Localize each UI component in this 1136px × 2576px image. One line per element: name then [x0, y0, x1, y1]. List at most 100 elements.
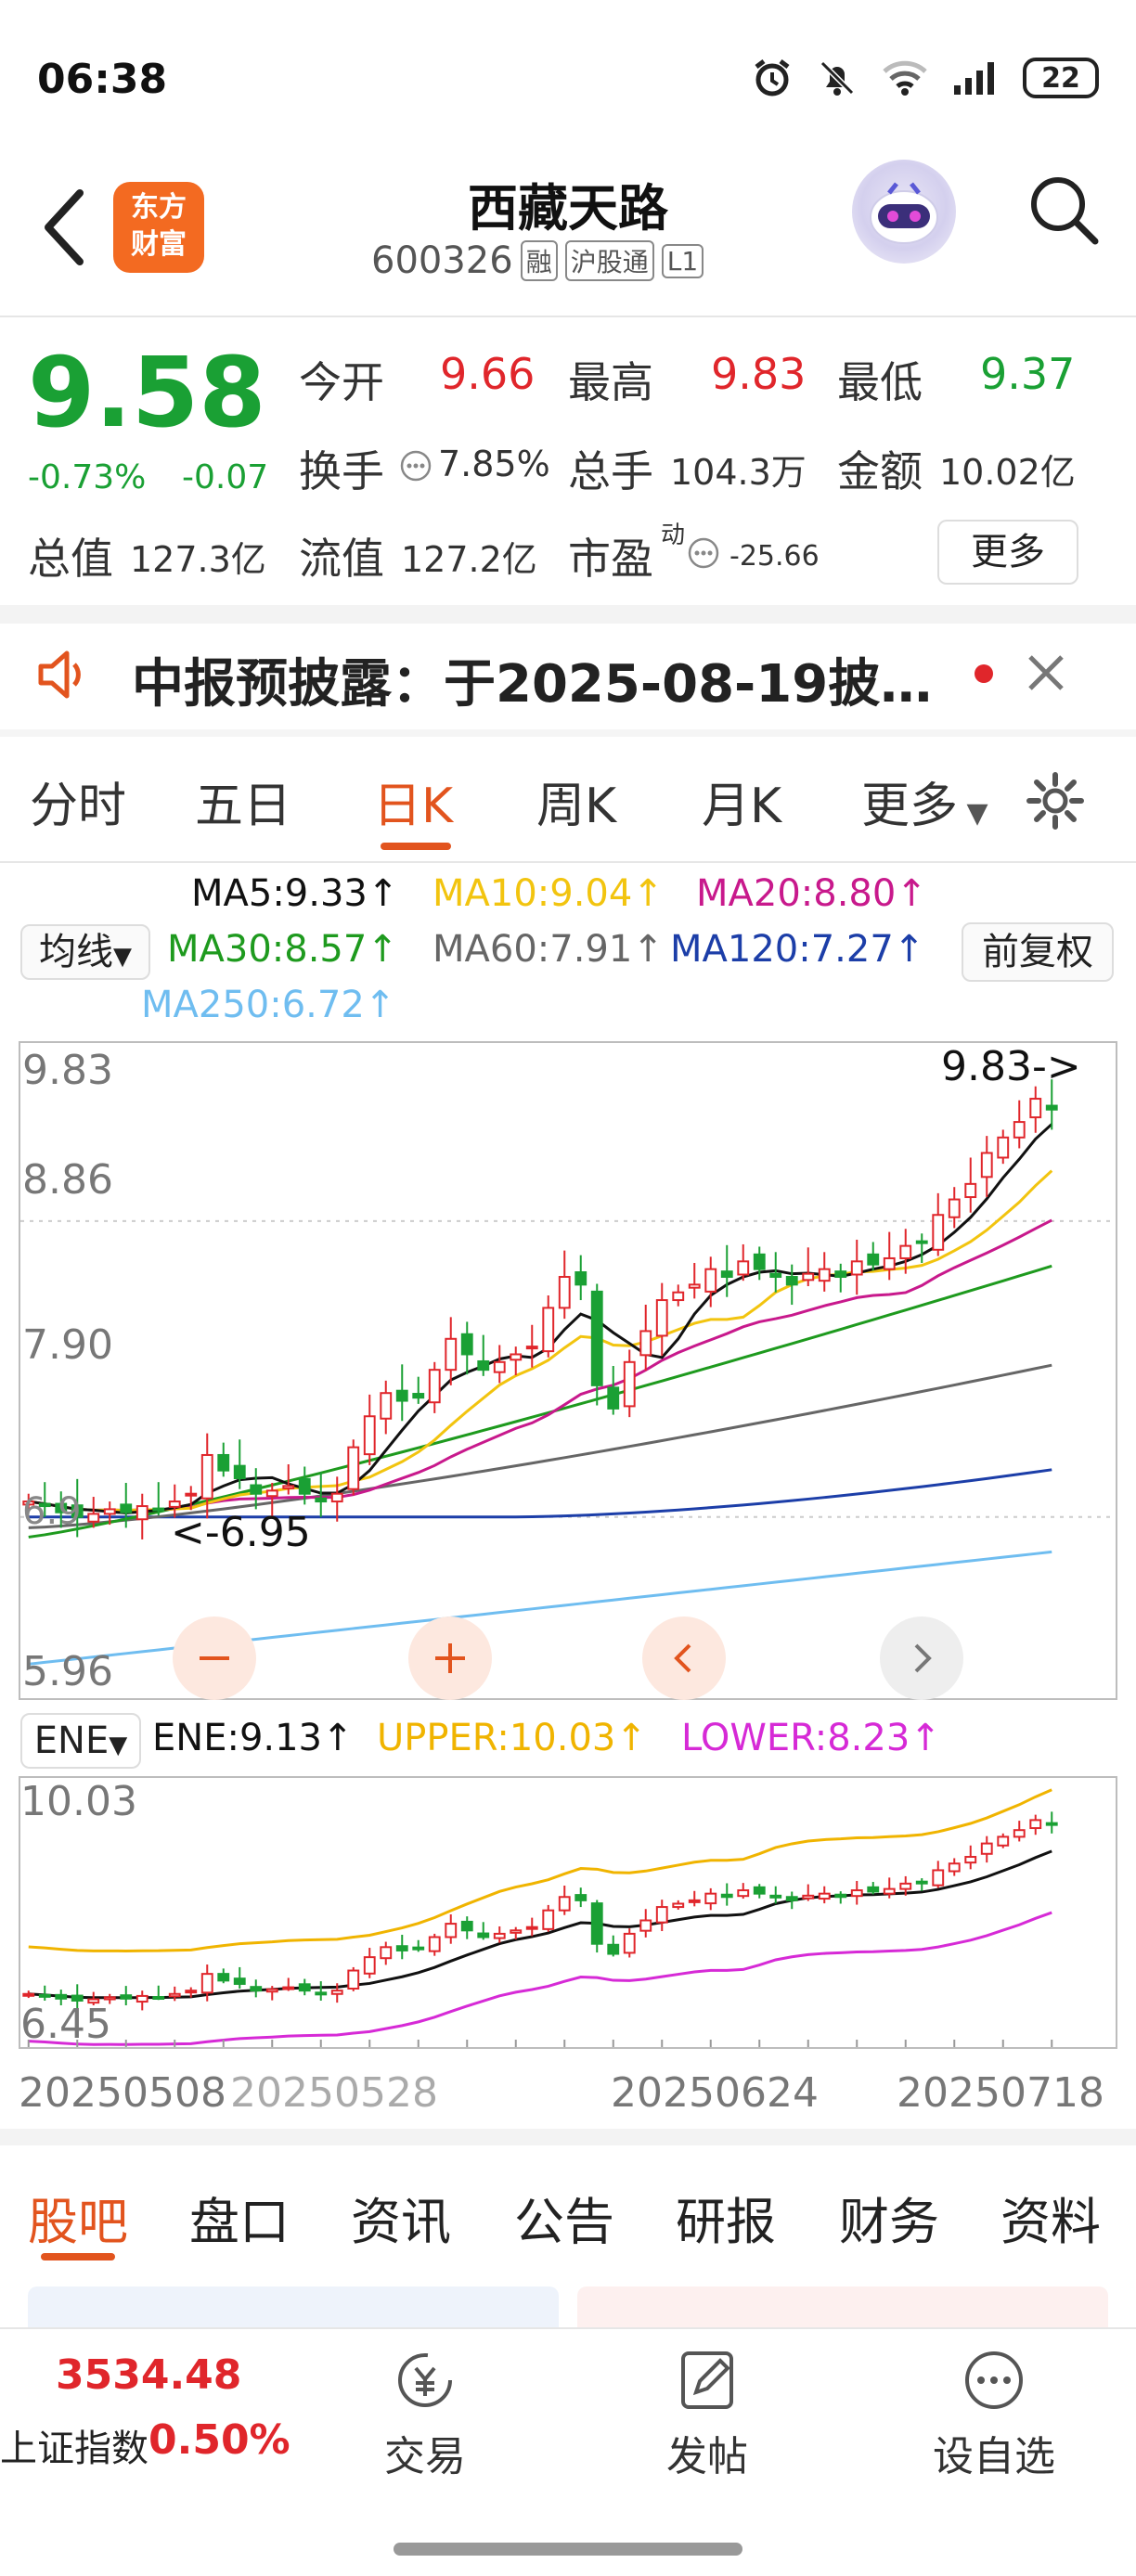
candle-body — [720, 1270, 733, 1279]
tab-guba[interactable]: 股吧 — [28, 2181, 128, 2254]
tab-news[interactable]: 资讯 — [351, 2181, 451, 2254]
indicator-selector[interactable]: ENE▼ — [20, 1713, 141, 1769]
x-date-3: 20250624 — [611, 2069, 819, 2117]
info-dots-icon[interactable] — [399, 449, 432, 483]
scroll-left-button[interactable] — [642, 1616, 726, 1700]
tab-daily-k[interactable]: 日K — [373, 766, 453, 836]
candle-body — [834, 1270, 847, 1279]
tab-profile[interactable]: 资料 — [1000, 2181, 1101, 2254]
ma250-legend: MA250:6.72↑ — [141, 984, 396, 1026]
post-button[interactable]: 发帖 — [652, 2348, 763, 2482]
assistant-robot-icon[interactable] — [852, 160, 956, 264]
tab-more[interactable]: 更多 ▼ — [861, 766, 988, 836]
indicator-selector-label: ENE — [33, 1719, 110, 1762]
ene-candle — [152, 1985, 165, 2001]
status-time: 06:38 — [37, 56, 168, 103]
ma5-line — [28, 1123, 1053, 1514]
tab-announcements[interactable]: 公告 — [514, 2181, 614, 2254]
index-percent[interactable]: 0.50% — [148, 2416, 290, 2464]
ene-candle — [282, 1977, 295, 1991]
kline-chart[interactable] — [19, 1041, 1117, 1700]
margin-tag: 融 — [520, 240, 558, 281]
dropdown-triangle-icon: ▼ — [958, 797, 988, 830]
ma60-legend: MA60:7.91↑ — [432, 928, 664, 971]
notice-text[interactable]: 中报预披露：于2025-08-19披… — [132, 642, 932, 717]
zoom-out-button[interactable] — [173, 1616, 256, 1700]
candle-body — [363, 1415, 376, 1456]
tab-monthly-k[interactable]: 月K — [702, 766, 781, 836]
open-label: 今开 — [299, 357, 384, 407]
pe-info-icon[interactable] — [687, 536, 720, 570]
content-card-left[interactable] — [28, 2286, 559, 2327]
adjust-button[interactable]: 前复权 — [962, 922, 1114, 982]
ma60-line — [28, 1363, 1052, 1529]
candle-body — [347, 1446, 360, 1490]
tab-pankou[interactable]: 盘口 — [189, 2181, 290, 2254]
zoom-in-button[interactable] — [408, 1616, 492, 1700]
candle-body — [753, 1253, 766, 1270]
ma-selector[interactable]: 均线▼ — [20, 924, 150, 980]
x-date-4: 20250718 — [897, 2069, 1104, 2117]
scroll-right-button[interactable] — [880, 1616, 963, 1700]
ene-legend: ENE:9.13↑ — [152, 1717, 354, 1759]
ene-candle-body — [445, 1923, 458, 1938]
ene-candle — [948, 1858, 961, 1876]
candle — [542, 1295, 555, 1358]
ene-candle-body — [802, 1894, 815, 1900]
ene-candle-body — [136, 1994, 148, 2003]
wifi-icon — [883, 60, 927, 96]
candle — [152, 1482, 165, 1516]
ene-y-top: 10.03 — [20, 1778, 137, 1825]
more-quote-button[interactable]: 更多 — [937, 520, 1078, 585]
candle — [737, 1243, 750, 1282]
tab-intraday[interactable]: 分时 — [30, 766, 126, 836]
candle-body — [883, 1256, 896, 1270]
candle-body — [525, 1346, 538, 1350]
ene-candle — [997, 1833, 1010, 1848]
gear-icon[interactable] — [1025, 770, 1086, 831]
watchlist-label: 设自选 — [933, 2433, 1055, 2480]
home-indicator[interactable] — [394, 2543, 742, 2556]
index-value[interactable]: 3534.48 — [56, 2351, 241, 2399]
close-icon[interactable] — [1025, 651, 1067, 694]
pe-label: 市盈 — [568, 534, 653, 584]
candle-body — [510, 1353, 523, 1361]
index-name[interactable]: 上证指数 — [0, 2418, 148, 2472]
ene-candle-body — [704, 1892, 717, 1905]
x-date-1: 20250508 — [19, 2069, 226, 2117]
candle — [867, 1242, 880, 1271]
candle-body — [168, 1501, 181, 1508]
ene-candle — [22, 1990, 35, 1999]
content-card-right[interactable] — [577, 2286, 1108, 2327]
ene-candle — [737, 1883, 750, 1900]
candle-body — [590, 1290, 603, 1386]
tab-research[interactable]: 研报 — [676, 2181, 776, 2254]
ene-candle — [590, 1900, 603, 1953]
ene-candle — [753, 1884, 766, 1899]
ene-candle — [802, 1884, 815, 1901]
candle — [623, 1349, 636, 1418]
amount-value: 10.02亿 — [939, 452, 1076, 493]
edit-icon — [681, 2351, 733, 2409]
tab-5day[interactable]: 五日 — [195, 766, 291, 836]
x-date-2: 20250528 — [230, 2069, 438, 2117]
candle-body — [87, 1513, 100, 1523]
add-watchlist-button[interactable]: 设自选 — [924, 2348, 1064, 2482]
ene-candle-body — [688, 1899, 701, 1903]
ene-candle — [542, 1904, 555, 1932]
stock-code-row: 600326 融 沪股通 L1 — [371, 239, 704, 282]
tab-finance[interactable]: 财务 — [839, 2181, 939, 2254]
tab-weekly-k[interactable]: 周K — [536, 766, 616, 836]
search-icon[interactable] — [1026, 173, 1101, 247]
amount-label: 金额 — [837, 446, 923, 496]
ene-chart[interactable] — [19, 1776, 1117, 2049]
candle-body — [964, 1182, 977, 1199]
ene-candle — [493, 1926, 506, 1943]
candle — [883, 1231, 896, 1281]
ene-candle — [120, 1986, 133, 2006]
ene-candle — [477, 1922, 490, 1940]
trade-button[interactable]: 交易 — [369, 2348, 481, 2482]
volume-label: 总手 — [568, 446, 653, 496]
mute-bell-icon — [820, 60, 855, 96]
candle — [639, 1305, 652, 1371]
